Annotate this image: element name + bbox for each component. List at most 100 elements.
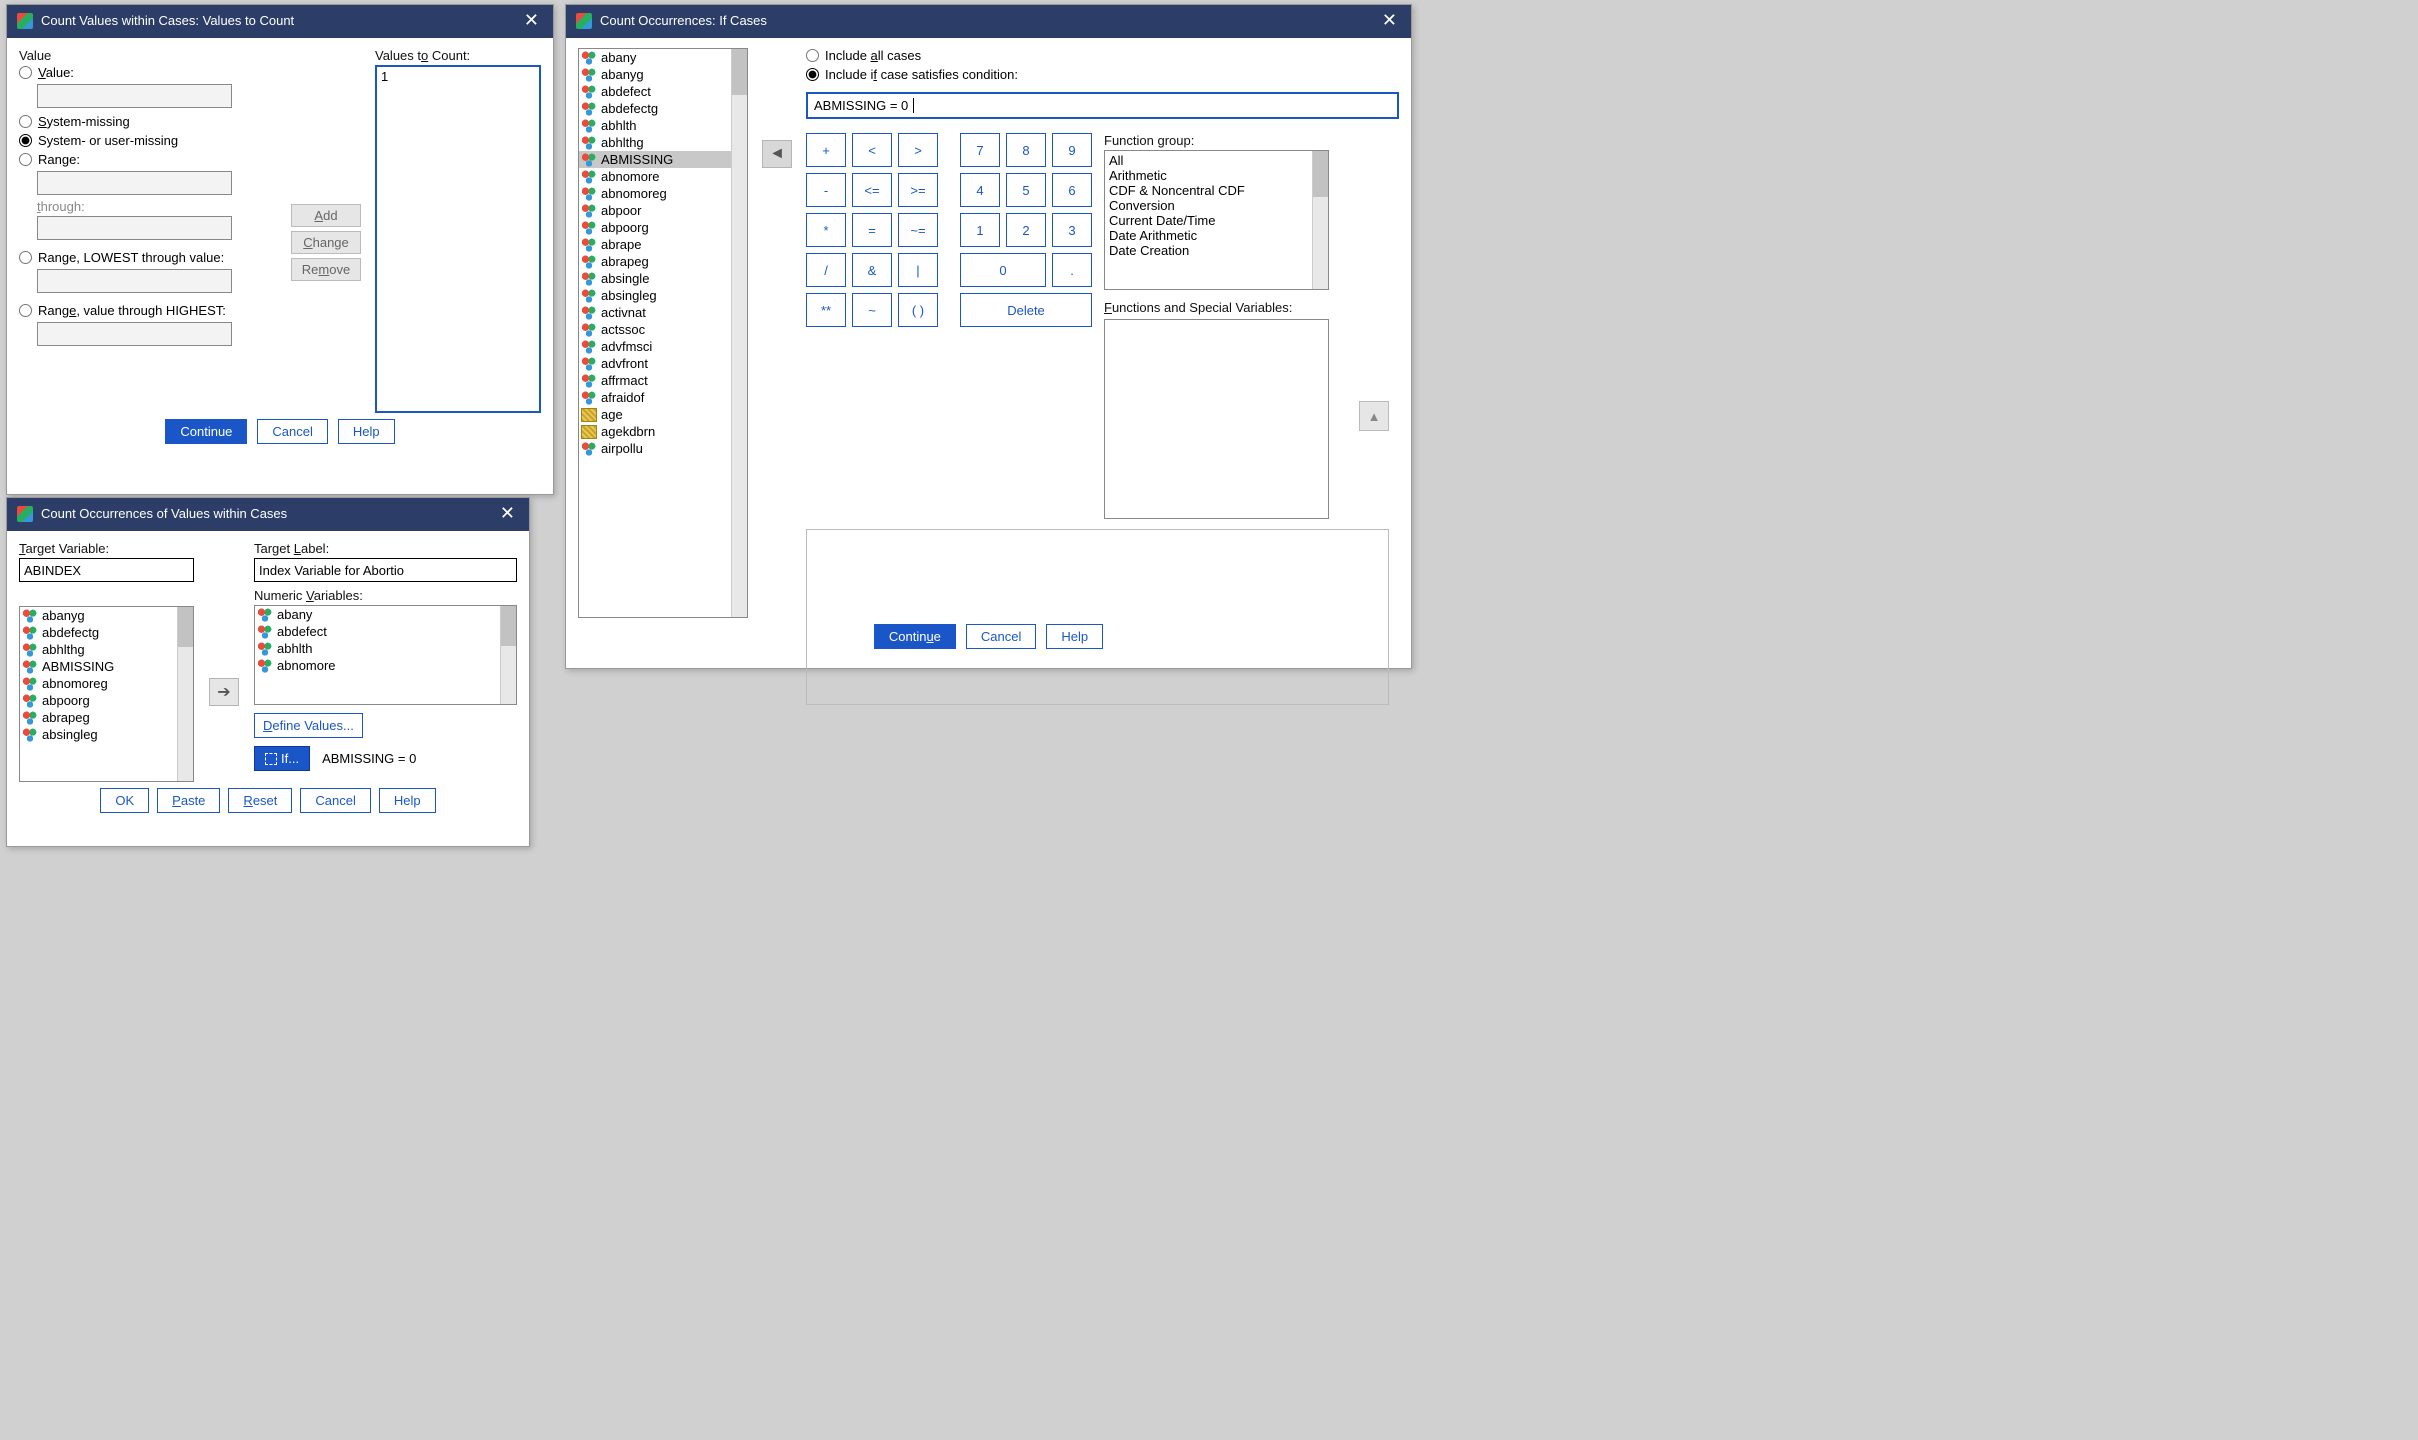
- range-from-input[interactable]: [37, 171, 232, 195]
- variable-item[interactable]: actssoc: [579, 321, 731, 338]
- scrollbar[interactable]: [731, 49, 747, 617]
- variable-item[interactable]: absingleg: [20, 726, 177, 743]
- variable-item[interactable]: ABMISSING: [20, 658, 177, 675]
- keypad-button[interactable]: 0: [960, 253, 1046, 287]
- keypad-button[interactable]: =: [852, 213, 892, 247]
- include-if-radio[interactable]: [806, 68, 819, 81]
- value-input[interactable]: [37, 84, 232, 108]
- keypad-button[interactable]: >: [898, 133, 938, 167]
- variable-item[interactable]: abhlth: [255, 640, 500, 657]
- keypad-button[interactable]: 6: [1052, 173, 1092, 207]
- variable-item[interactable]: abnomoreg: [579, 185, 731, 202]
- keypad-button[interactable]: <=: [852, 173, 892, 207]
- paste-button[interactable]: Paste: [157, 788, 220, 813]
- function-group-item[interactable]: Conversion: [1109, 198, 1308, 213]
- titlebar[interactable]: Count Values within Cases: Values to Cou…: [7, 5, 553, 38]
- variable-item[interactable]: abrape: [579, 236, 731, 253]
- variable-item[interactable]: abrapeg: [579, 253, 731, 270]
- continue-button[interactable]: Continue: [874, 624, 956, 649]
- variable-item[interactable]: activnat: [579, 304, 731, 321]
- lowest-input[interactable]: [37, 269, 232, 293]
- variable-item[interactable]: abany: [579, 49, 731, 66]
- insert-function-button[interactable]: ▲: [1359, 401, 1389, 431]
- scrollbar[interactable]: [177, 607, 193, 781]
- delete-button[interactable]: Delete: [960, 293, 1092, 327]
- variable-item[interactable]: abhlthg: [20, 641, 177, 658]
- keypad-button[interactable]: >=: [898, 173, 938, 207]
- keypad-button[interactable]: 8: [1006, 133, 1046, 167]
- keypad-button[interactable]: /: [806, 253, 846, 287]
- keypad-button[interactable]: -: [806, 173, 846, 207]
- variable-item[interactable]: abpoorg: [579, 219, 731, 236]
- range-to-input[interactable]: [37, 216, 232, 240]
- close-icon[interactable]: ✕: [1378, 10, 1401, 31]
- keypad-button[interactable]: 9: [1052, 133, 1092, 167]
- variable-item[interactable]: absingle: [579, 270, 731, 287]
- lowest-radio[interactable]: [19, 251, 32, 264]
- highest-radio[interactable]: [19, 304, 32, 317]
- ok-button[interactable]: OK: [100, 788, 149, 813]
- variable-item[interactable]: age: [579, 406, 731, 423]
- variable-item[interactable]: abnomore: [579, 168, 731, 185]
- keypad-button[interactable]: **: [806, 293, 846, 327]
- keypad-button[interactable]: 1: [960, 213, 1000, 247]
- sysmiss-radio[interactable]: [19, 115, 32, 128]
- variable-item[interactable]: agekdbrn: [579, 423, 731, 440]
- variable-item[interactable]: abnomore: [255, 657, 500, 674]
- help-button[interactable]: Help: [1046, 624, 1103, 649]
- scrollbar[interactable]: [1312, 151, 1328, 289]
- variable-item[interactable]: abnomoreg: [20, 675, 177, 692]
- function-group-item[interactable]: Arithmetic: [1109, 168, 1308, 183]
- keypad-button[interactable]: ( ): [898, 293, 938, 327]
- variable-item[interactable]: ABMISSING: [579, 151, 731, 168]
- keypad-button[interactable]: *: [806, 213, 846, 247]
- keypad-button[interactable]: 3: [1052, 213, 1092, 247]
- include-all-radio[interactable]: [806, 49, 819, 62]
- list-item[interactable]: 1: [381, 69, 535, 84]
- variable-item[interactable]: abpoorg: [20, 692, 177, 709]
- target-label-input[interactable]: [254, 558, 517, 582]
- keypad-button[interactable]: ~: [852, 293, 892, 327]
- close-icon[interactable]: ✕: [520, 10, 543, 31]
- functions-special-list[interactable]: [1104, 319, 1329, 519]
- help-button[interactable]: Help: [379, 788, 436, 813]
- keypad-button[interactable]: |: [898, 253, 938, 287]
- continue-button[interactable]: Continue: [165, 419, 247, 444]
- insert-var-button[interactable]: ◄: [762, 140, 792, 168]
- variable-item[interactable]: abanyg: [20, 607, 177, 624]
- variable-item[interactable]: abhlthg: [579, 134, 731, 151]
- numeric-var-list[interactable]: abanyabdefectabhlthabnomore: [254, 605, 517, 705]
- scrollbar[interactable]: [500, 606, 516, 704]
- sysuser-radio[interactable]: [19, 134, 32, 147]
- variable-item[interactable]: abdefectg: [20, 624, 177, 641]
- function-group-item[interactable]: CDF & Noncentral CDF: [1109, 183, 1308, 198]
- cancel-button[interactable]: Cancel: [300, 788, 370, 813]
- variable-item[interactable]: abdefectg: [579, 100, 731, 117]
- remove-button[interactable]: Remove: [291, 258, 361, 281]
- cancel-button[interactable]: Cancel: [257, 419, 327, 444]
- variable-item[interactable]: abhlth: [579, 117, 731, 134]
- variable-item[interactable]: affrmact: [579, 372, 731, 389]
- function-group-list[interactable]: AllArithmeticCDF & Noncentral CDFConvers…: [1104, 150, 1329, 290]
- target-var-input[interactable]: [19, 558, 194, 582]
- keypad-button[interactable]: 7: [960, 133, 1000, 167]
- range-radio[interactable]: [19, 153, 32, 166]
- value-radio[interactable]: [19, 66, 32, 79]
- variable-item[interactable]: abanyg: [579, 66, 731, 83]
- variable-list[interactable]: abanyabanygabdefectabdefectgabhlthabhlth…: [578, 48, 748, 618]
- if-button[interactable]: If...: [254, 746, 310, 771]
- function-group-item[interactable]: Current Date/Time: [1109, 213, 1308, 228]
- define-values-button[interactable]: Define Values...: [254, 713, 363, 738]
- titlebar[interactable]: Count Occurrences of Values within Cases…: [7, 498, 529, 531]
- move-right-button[interactable]: ➔: [209, 678, 239, 706]
- keypad-button[interactable]: 5: [1006, 173, 1046, 207]
- variable-item[interactable]: afraidof: [579, 389, 731, 406]
- close-icon[interactable]: ✕: [496, 503, 519, 524]
- highest-input[interactable]: [37, 322, 232, 346]
- keypad-button[interactable]: <: [852, 133, 892, 167]
- source-var-list[interactable]: abanygabdefectgabhlthgABMISSINGabnomoreg…: [19, 606, 194, 782]
- titlebar[interactable]: Count Occurrences: If Cases ✕: [566, 5, 1411, 38]
- variable-item[interactable]: absingleg: [579, 287, 731, 304]
- cancel-button[interactable]: Cancel: [966, 624, 1036, 649]
- keypad-button[interactable]: 2: [1006, 213, 1046, 247]
